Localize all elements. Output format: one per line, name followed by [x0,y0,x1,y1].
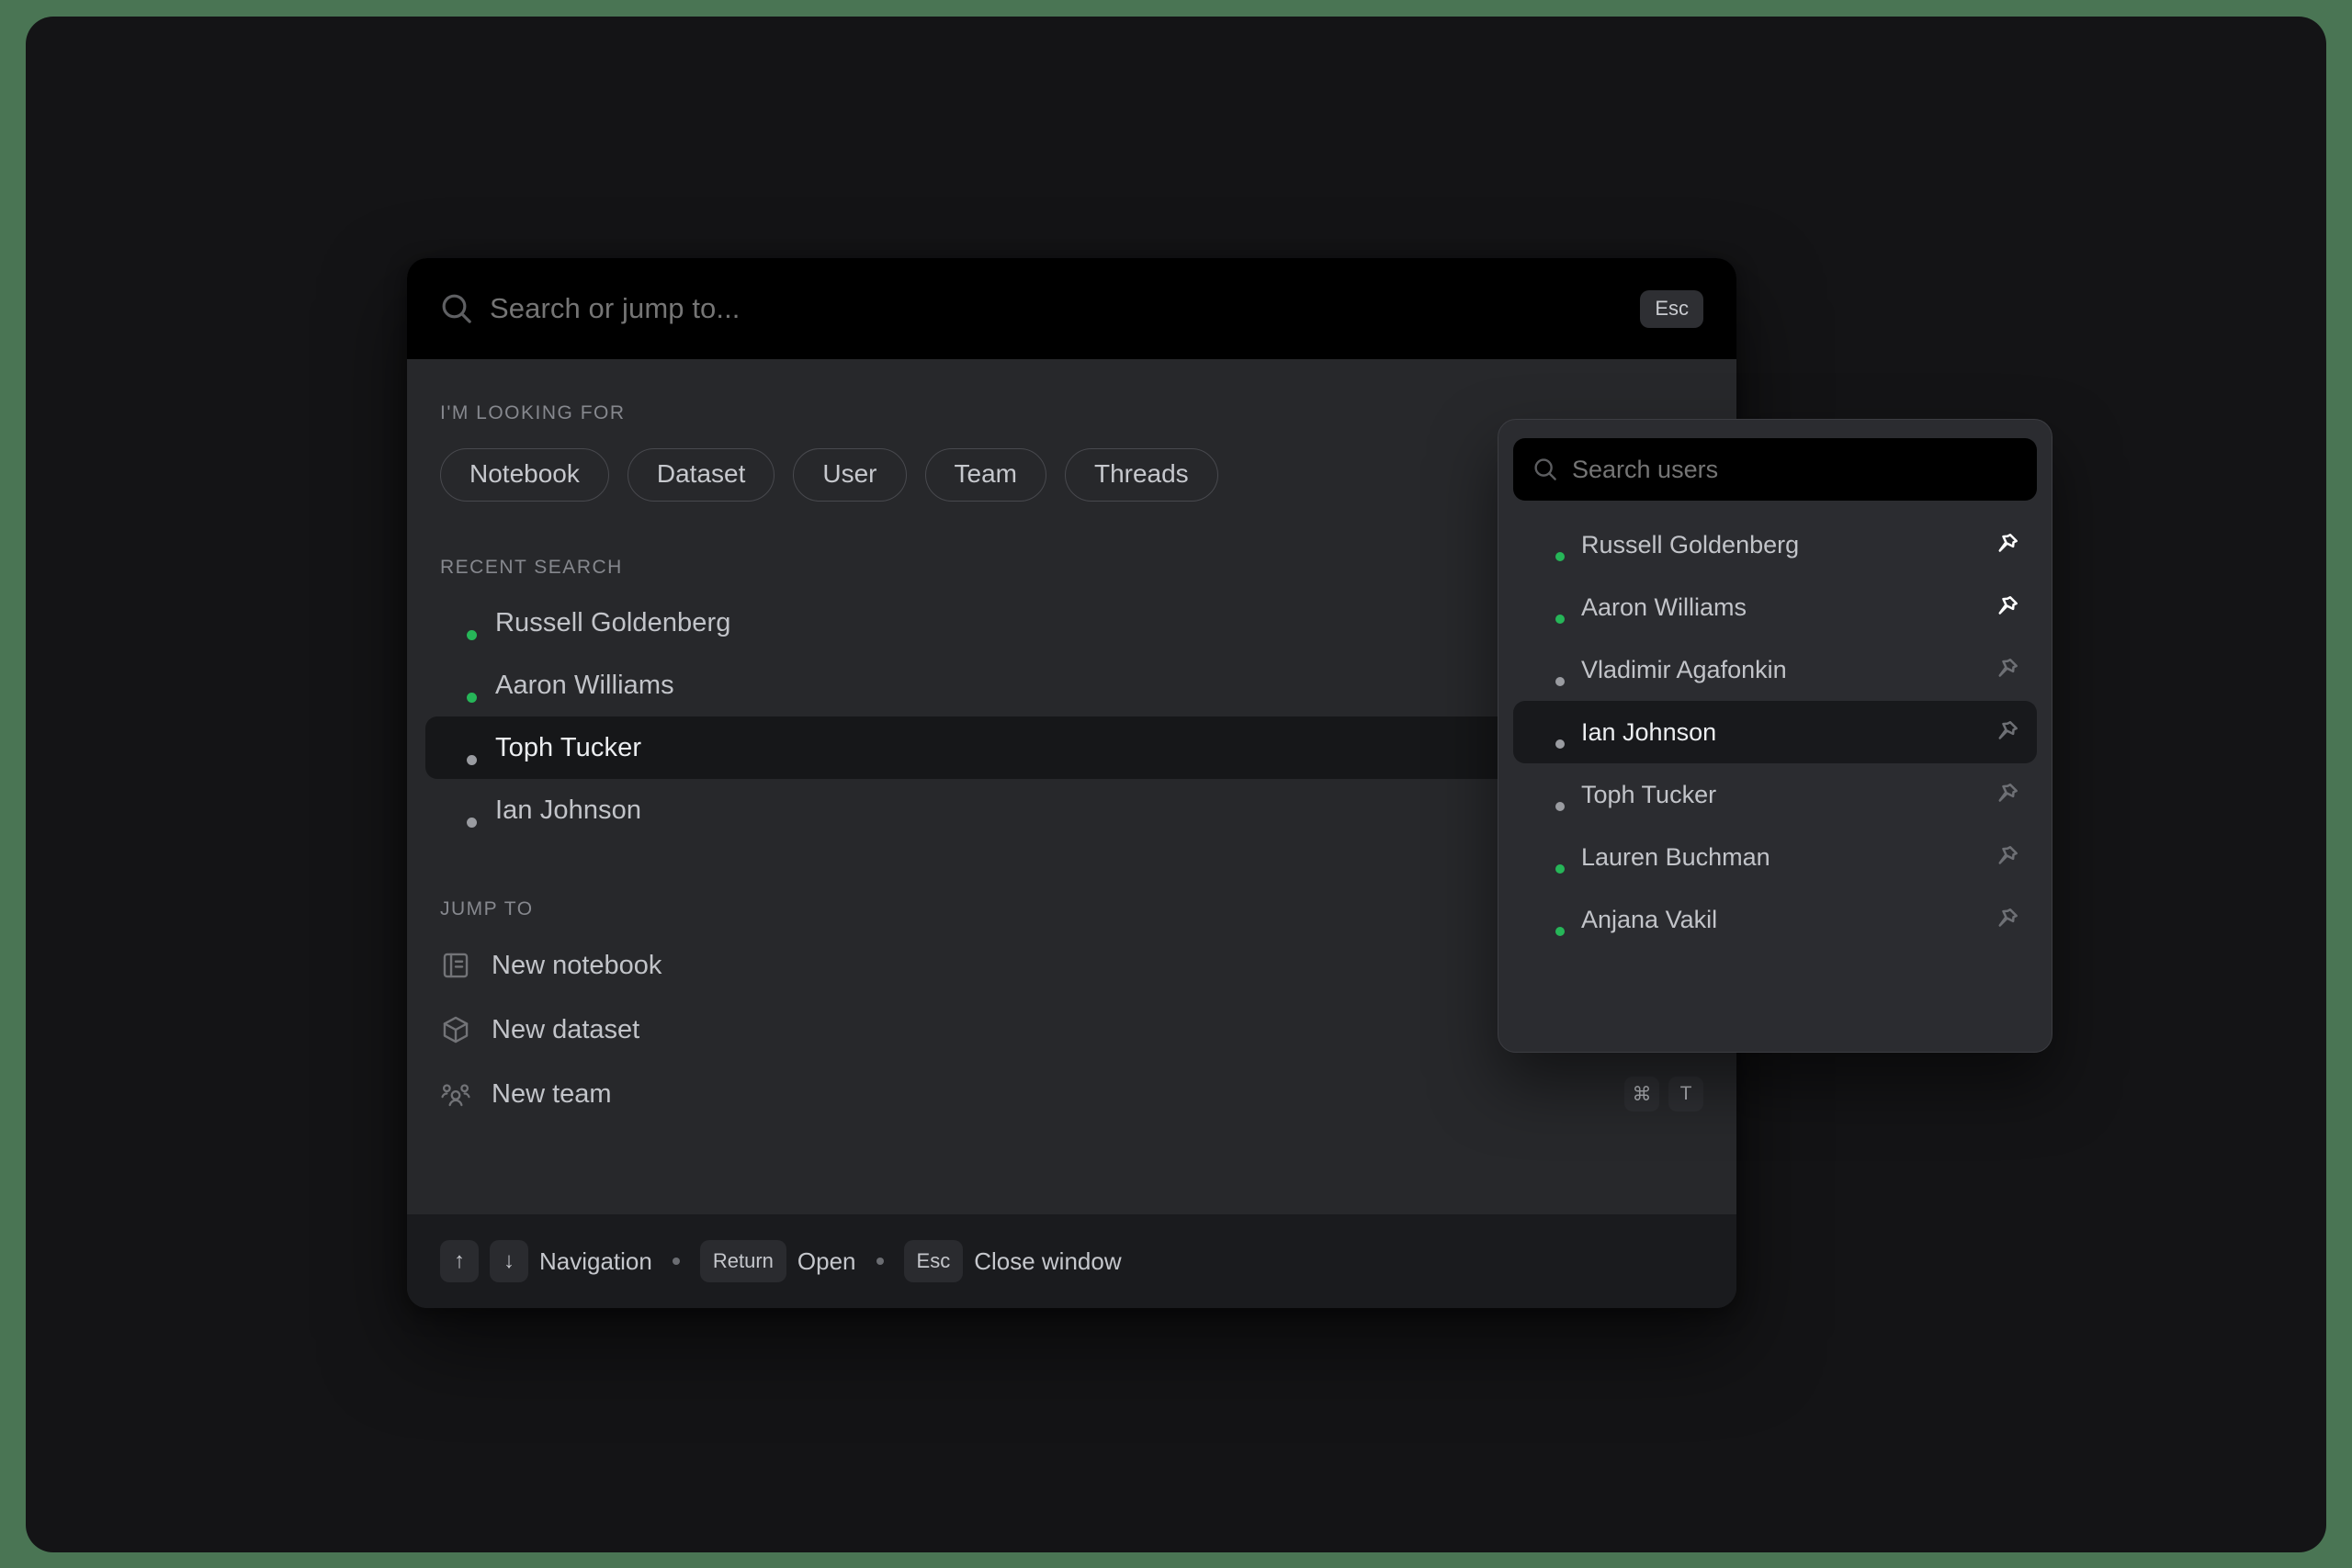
status-dot-online [1554,925,1566,938]
separator-dot [876,1258,884,1265]
user-row[interactable]: Russell Goldenberg [1513,513,2037,576]
chip-dataset[interactable]: Dataset [627,448,775,502]
recent-search-name: Russell Goldenberg [495,607,731,637]
esc-key[interactable]: Esc [903,1240,964,1282]
search-icon [438,290,475,327]
avatar [1530,715,1566,750]
status-dot-online [1554,550,1566,563]
status-dot-offline [465,816,479,829]
status-dot-offline [1554,800,1566,813]
pin-icon-unpinned[interactable] [1993,781,2020,808]
avatar [440,729,479,767]
jump-to-label: New dataset [492,1014,640,1044]
team-icon [440,1078,471,1110]
jump-to-new-team[interactable]: New team ⌘ T [425,1062,1718,1126]
user-search-bar[interactable] [1513,438,2037,501]
esc-badge[interactable]: Esc [1640,289,1703,328]
user-row[interactable]: Anjana Vakil [1513,888,2037,951]
avatar [1530,652,1566,688]
user-name: Aaron Williams [1581,592,1747,621]
user-row[interactable]: Vladimir Agafonkin [1513,638,2037,701]
chip-threads[interactable]: Threads [1064,448,1218,502]
arrow-up-key[interactable]: ↑ [440,1240,479,1282]
status-dot-online [1554,863,1566,875]
user-name: Vladimir Agafonkin [1581,655,1787,683]
user-row[interactable]: Lauren Buchman [1513,826,2037,888]
search-input[interactable] [490,292,1641,325]
user-row-selected[interactable]: Ian Johnson [1513,701,2037,763]
jump-to-label: New team [492,1078,612,1109]
avatar [440,792,479,829]
navigation-label: Navigation [539,1247,652,1275]
user-name: Lauren Buchman [1581,842,1770,871]
open-label: Open [797,1247,856,1275]
palette-search-bar[interactable]: Esc [407,258,1736,359]
search-icon [1532,456,1559,483]
notebook-icon [440,950,471,981]
avatar [440,667,479,705]
key-command: ⌘ [1624,1077,1659,1111]
section-label-looking-for: I'M LOOKING FOR [440,402,626,423]
pin-icon-unpinned[interactable] [1993,718,2020,746]
user-picker-panel: Russell Goldenberg Aaron Williams [1498,419,2052,1053]
user-name: Toph Tucker [1581,780,1717,808]
arrow-down-key[interactable]: ↓ [490,1240,528,1282]
avatar [440,604,479,642]
pin-icon-pinned[interactable] [1993,593,2020,621]
status-dot-online [1554,613,1566,626]
cube-icon [440,1014,471,1045]
recent-search-name: Toph Tucker [495,732,642,762]
pin-icon-unpinned[interactable] [1993,906,2020,933]
status-dot-online [465,628,479,642]
pin-icon-unpinned[interactable] [1993,656,2020,683]
palette-footer: ↑ ↓ Navigation Return Open Esc Close win… [407,1214,1736,1308]
avatar [1530,902,1566,938]
chip-user[interactable]: User [793,448,907,502]
avatar [1530,840,1566,875]
user-search-input[interactable] [1572,455,2018,484]
chip-notebook[interactable]: Notebook [440,448,609,502]
avatar [1530,527,1566,563]
user-row[interactable]: Toph Tucker [1513,763,2037,826]
jump-to-label: New notebook [492,950,662,980]
chip-team[interactable]: Team [924,448,1046,502]
shortcut-keys: ⌘ T [1624,1077,1703,1111]
avatar [1530,777,1566,813]
user-list: Russell Goldenberg Aaron Williams Vladim… [1513,513,2037,951]
pin-icon-pinned[interactable] [1993,531,2020,558]
key-t: T [1668,1077,1703,1111]
status-dot-offline [1554,738,1566,750]
status-dot-online [465,691,479,705]
separator-dot [672,1258,680,1265]
recent-search-name: Ian Johnson [495,795,642,825]
recent-search-name: Aaron Williams [495,670,674,700]
return-key[interactable]: Return [699,1240,786,1282]
status-dot-offline [465,753,479,767]
user-name: Ian Johnson [1581,717,1717,746]
close-window-label: Close window [974,1247,1122,1275]
avatar [1530,590,1566,626]
pin-icon-unpinned[interactable] [1993,843,2020,871]
status-dot-offline [1554,675,1566,688]
user-name: Anjana Vakil [1581,905,1718,933]
user-name: Russell Goldenberg [1581,530,1800,558]
user-row[interactable]: Aaron Williams [1513,576,2037,638]
app-canvas: Esc I'M LOOKING FOR Notebook Dataset Use… [26,17,2326,1552]
